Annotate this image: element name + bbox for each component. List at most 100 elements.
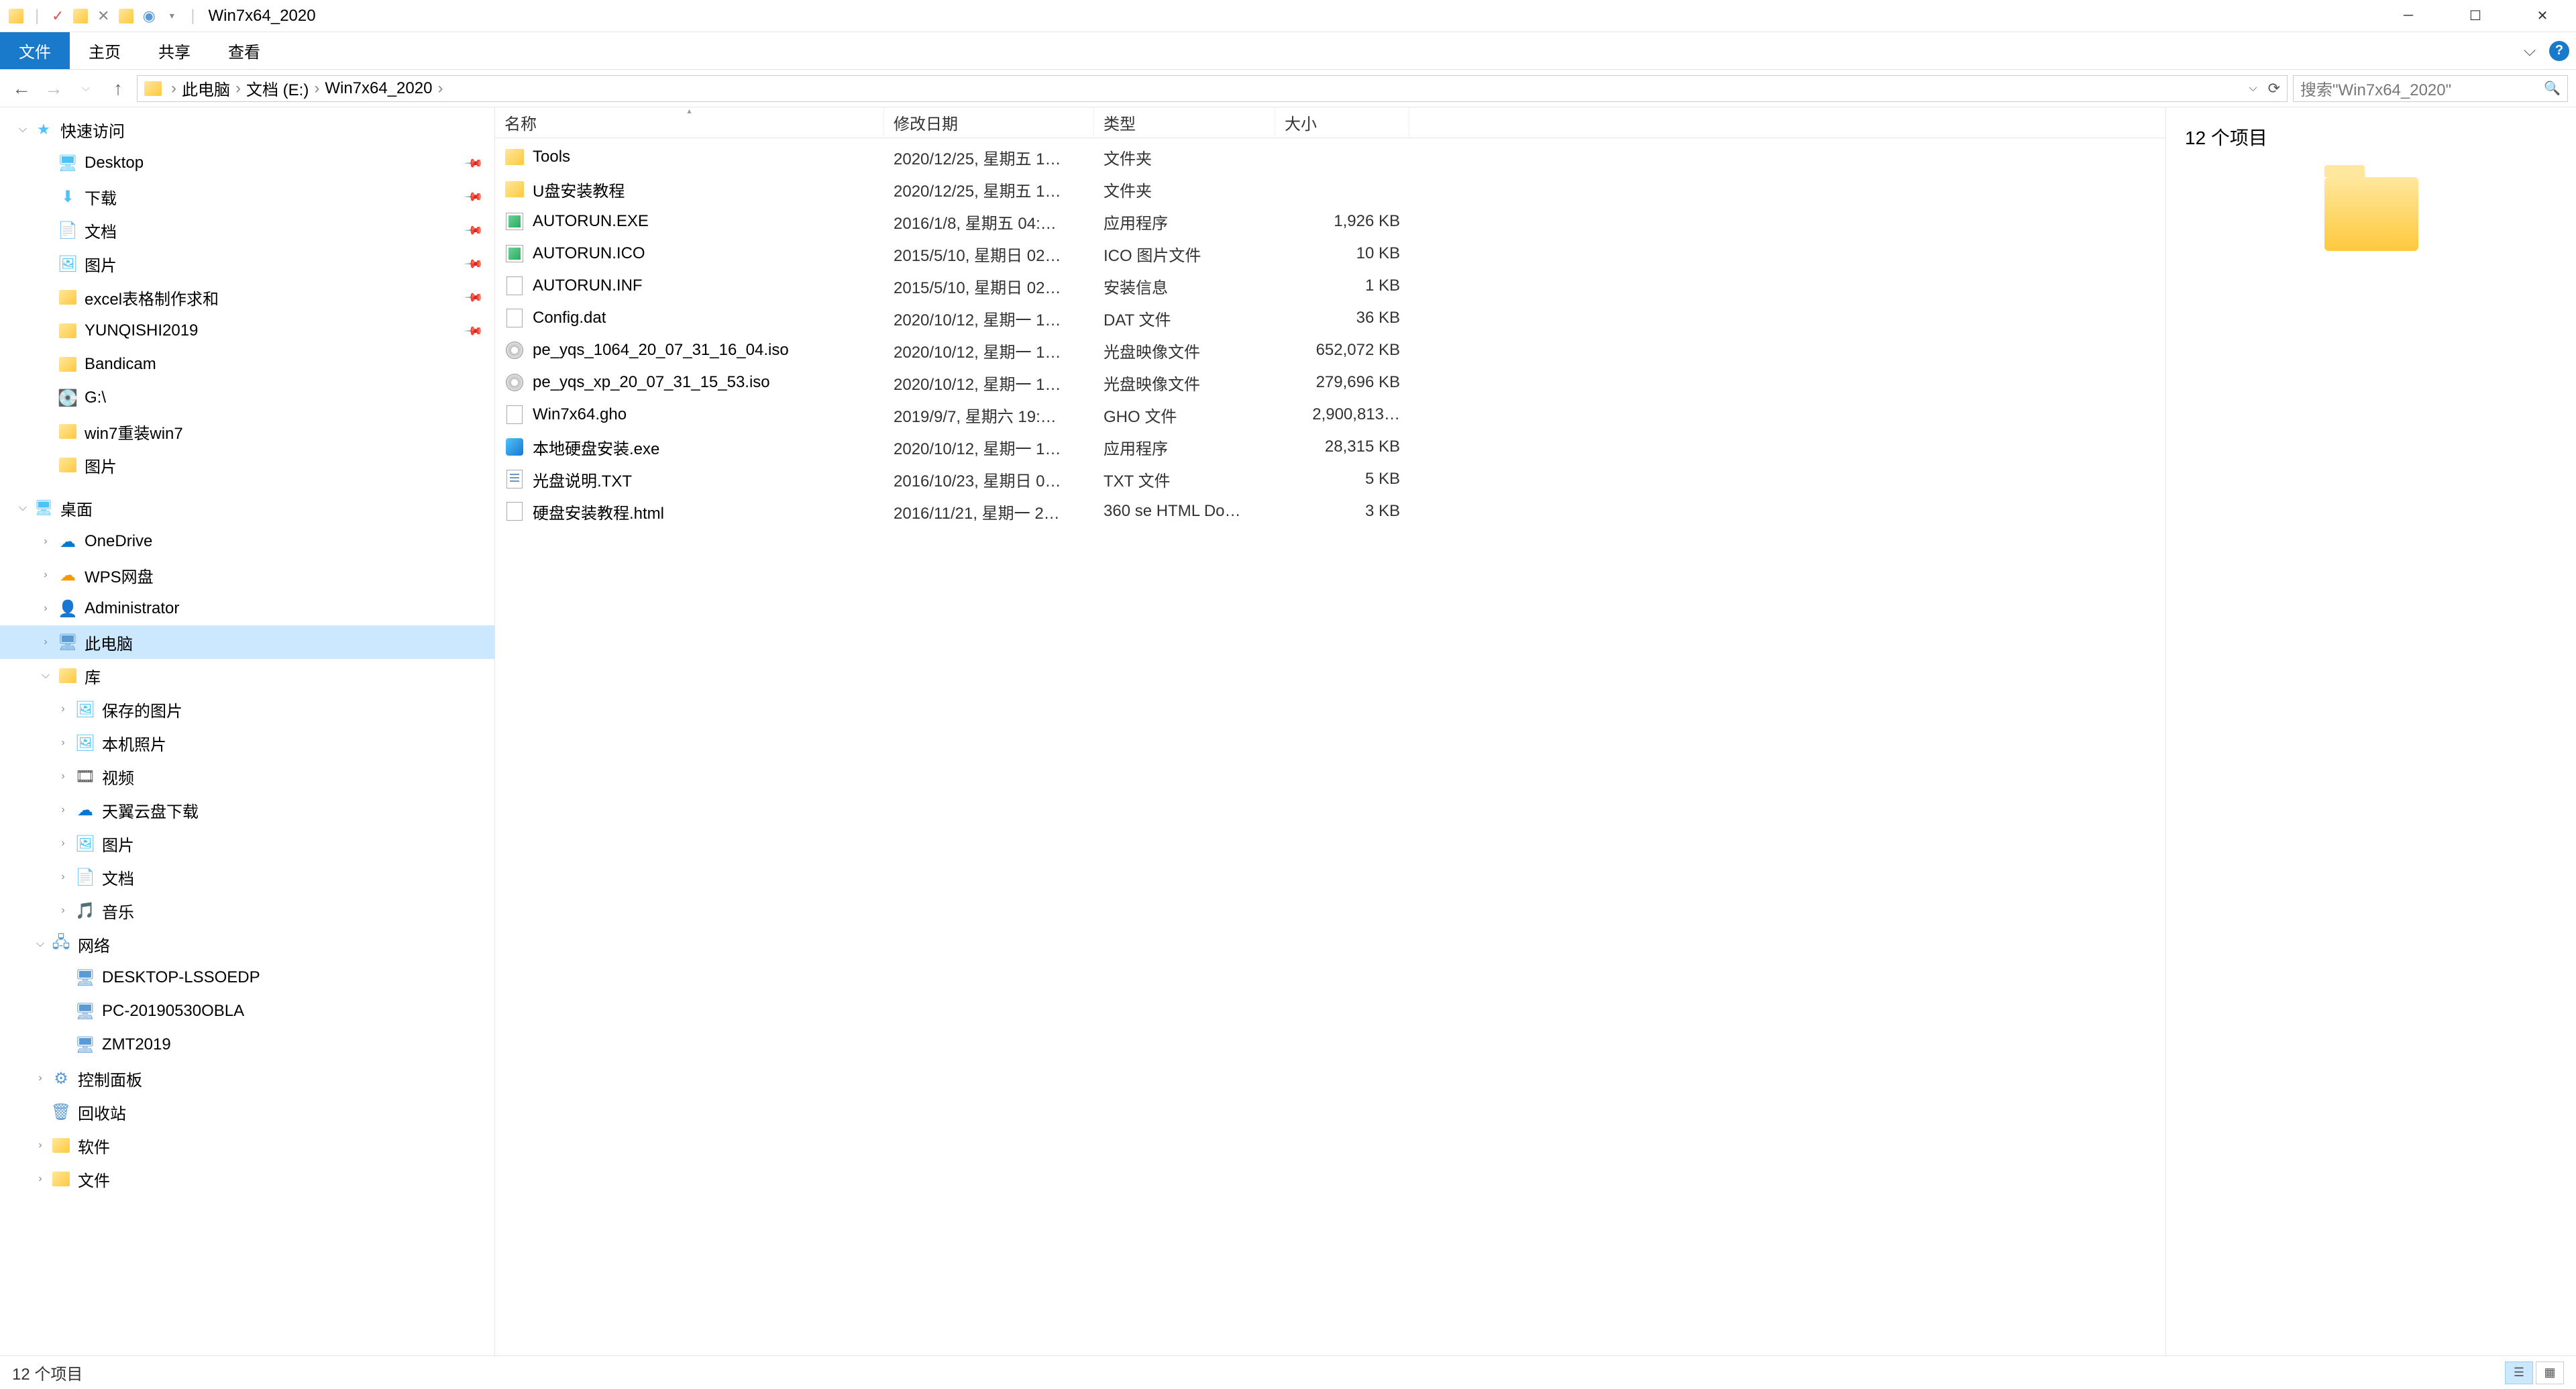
pin-icon: 📌 [463, 153, 484, 174]
tree-desktop-item[interactable]: ›🖥此电脑 [0, 625, 494, 659]
tree-quick-access[interactable]: ⌵★快速访问 [0, 113, 494, 146]
tree-control-panel[interactable]: ›⚙控制面板 [0, 1062, 494, 1095]
close-button[interactable]: ✕ [2509, 0, 2576, 32]
file-row[interactable]: Config.dat2020/10/12, 星期一 1…DAT 文件36 KB [495, 302, 2165, 334]
file-row[interactable]: pe_yqs_1064_20_07_31_16_04.iso2020/10/12… [495, 334, 2165, 366]
qat-close-icon[interactable]: ✕ [94, 7, 113, 25]
back-button[interactable]: ← [8, 75, 35, 102]
tree-quick-item[interactable]: win7重装win7 [0, 415, 494, 448]
tree-quick-item[interactable]: 图片 [0, 448, 494, 482]
column-date[interactable]: 修改日期 [884, 107, 1094, 138]
tree-quick-item[interactable]: 🖼图片📌 [0, 247, 494, 280]
file-area: 名称▴ 修改日期 类型 大小 Tools2020/12/25, 星期五 1…文件… [495, 107, 2165, 1355]
column-size[interactable]: 大小 [1275, 107, 1409, 138]
tree-network[interactable]: ⌵🖧网络 [0, 927, 494, 961]
forward-button[interactable]: → [40, 75, 67, 102]
tree-recycle-bin[interactable]: 🗑回收站 [0, 1095, 494, 1129]
search-placeholder: 搜索"Win7x64_2020" [2300, 76, 2544, 100]
file-size-cell: 10 KB [1275, 244, 1409, 263]
tree-quick-item[interactable]: 📄文档📌 [0, 213, 494, 247]
file-row[interactable]: Tools2020/12/25, 星期五 1…文件夹 [495, 141, 2165, 173]
maximize-button[interactable]: ☐ [2442, 0, 2509, 32]
search-icon[interactable]: 🔍 [2544, 80, 2561, 97]
file-row[interactable]: U盘安装教程2020/12/25, 星期五 1…文件夹 [495, 173, 2165, 205]
tree-desktop-item[interactable]: ›👤Administrator [0, 592, 494, 625]
file-row[interactable]: AUTORUN.ICO2015/5/10, 星期日 02…ICO 图片文件10 … [495, 238, 2165, 270]
breadcrumb-seg-2[interactable]: Win7x64_2020› [325, 79, 445, 98]
qat-checkmark-icon[interactable]: ✓ [48, 7, 67, 25]
up-button[interactable]: ↑ [105, 75, 131, 102]
tab-home[interactable]: 主页 [70, 32, 140, 69]
tree-quick-item[interactable]: YUNQISHI2019📌 [0, 314, 494, 348]
tree-lib-item[interactable]: ›📄文档 [0, 860, 494, 894]
tree-desktop-item[interactable]: ›☁OneDrive [0, 525, 494, 558]
search-input[interactable]: 搜索"Win7x64_2020" 🔍 [2293, 75, 2568, 102]
tree-item-label: Bandicam [85, 355, 156, 374]
recent-dropdown-icon[interactable]: ⌵ [72, 75, 99, 102]
qat-folder-icon[interactable] [71, 7, 90, 25]
ribbon-expand-icon[interactable]: ⌵ [2520, 41, 2540, 61]
tab-file[interactable]: 文件 [0, 32, 70, 69]
minimize-button[interactable]: ─ [2375, 0, 2442, 32]
view-details-button[interactable]: ☰ [2505, 1361, 2533, 1384]
help-button[interactable]: ? [2549, 41, 2569, 61]
app-icon [7, 7, 25, 25]
tree-lib-item[interactable]: ›🎞视频 [0, 760, 494, 793]
file-type-cell: 文件夹 [1094, 146, 1275, 169]
file-date-cell: 2020/10/12, 星期一 1… [884, 307, 1094, 330]
breadcrumb[interactable]: › 此电脑› 文档 (E:)› Win7x64_2020› ⌵ ⟳ [137, 75, 2288, 102]
tree-quick-item[interactable]: 💽G:\ [0, 381, 494, 415]
file-row[interactable]: AUTORUN.INF2015/5/10, 星期日 02…安装信息1 KB [495, 270, 2165, 302]
refresh-button[interactable]: ⟳ [2261, 80, 2280, 97]
tree-desktop[interactable]: ⌵🖥桌面 [0, 491, 494, 525]
tree-item-label: 图片 [85, 454, 117, 477]
tree-lib-item[interactable]: ›🖼图片 [0, 827, 494, 860]
column-type[interactable]: 类型 [1094, 107, 1275, 138]
qat-folder2-icon[interactable] [117, 7, 136, 25]
chevron-right-icon[interactable]: › [168, 79, 179, 98]
tree-network-item[interactable]: 🖥DESKTOP-LSSOEDP [0, 961, 494, 994]
tree-files[interactable]: ›文件 [0, 1162, 494, 1196]
file-icon [504, 179, 525, 199]
view-icons-button[interactable]: ▦ [2536, 1361, 2564, 1384]
file-icon [504, 147, 525, 167]
file-row[interactable]: pe_yqs_xp_20_07_31_15_53.iso2020/10/12, … [495, 366, 2165, 399]
tree-desktop-item[interactable]: ›☁WPS网盘 [0, 558, 494, 592]
breadcrumb-seg-1[interactable]: 文档 (E:)› [246, 76, 322, 100]
tree-network-item[interactable]: 🖥ZMT2019 [0, 1028, 494, 1062]
address-dropdown-icon[interactable]: ⌵ [2249, 83, 2257, 95]
tree-item-icon: ☁ [75, 801, 95, 820]
qat-dropdown-icon[interactable]: ▾ [162, 7, 181, 25]
breadcrumb-seg-0[interactable]: 此电脑› [182, 76, 244, 100]
chevron-right-icon[interactable]: › [435, 79, 445, 98]
file-size-cell: 3 KB [1275, 502, 1409, 521]
chevron-right-icon[interactable]: › [311, 79, 322, 98]
chevron-right-icon[interactable]: › [233, 79, 244, 98]
tree-network-item[interactable]: 🖥PC-20190530OBLA [0, 994, 494, 1028]
tree-quick-item[interactable]: ⬇下载📌 [0, 180, 494, 213]
file-row[interactable]: AUTORUN.EXE2016/1/8, 星期五 04:…应用程序1,926 K… [495, 205, 2165, 238]
file-size-cell: 2,900,813… [1275, 405, 1409, 424]
tree-item-label: 保存的图片 [102, 698, 182, 721]
file-row[interactable]: 硬盘安装教程.html2016/11/21, 星期一 2…360 se HTML… [495, 495, 2165, 527]
tab-share[interactable]: 共享 [140, 32, 209, 69]
file-row[interactable]: 光盘说明.TXT2016/10/23, 星期日 0…TXT 文件5 KB [495, 463, 2165, 495]
tree-quick-item[interactable]: Bandicam [0, 348, 494, 381]
tree-quick-item[interactable]: excel表格制作求和📌 [0, 280, 494, 314]
navigation-pane[interactable]: ⌵★快速访问 🖥Desktop📌⬇下载📌📄文档📌🖼图片📌excel表格制作求和📌… [0, 107, 495, 1355]
tree-lib-item[interactable]: ›☁天翼云盘下载 [0, 793, 494, 827]
tree-lib-item[interactable]: ›🖼本机照片 [0, 726, 494, 760]
file-row[interactable]: Win7x64.gho2019/9/7, 星期六 19:…GHO 文件2,900… [495, 399, 2165, 431]
tab-view[interactable]: 查看 [209, 32, 279, 69]
tree-desktop-item[interactable]: ⌵库 [0, 659, 494, 692]
tree-lib-item[interactable]: ›🖼保存的图片 [0, 692, 494, 726]
tree-software[interactable]: ›软件 [0, 1129, 494, 1162]
tree-quick-item[interactable]: 🖥Desktop📌 [0, 146, 494, 180]
tree-lib-item[interactable]: ›🎵音乐 [0, 894, 494, 927]
file-icon [504, 211, 525, 232]
qat-disc-icon[interactable]: ◉ [140, 7, 158, 25]
column-name[interactable]: 名称▴ [495, 107, 884, 138]
file-list[interactable]: Tools2020/12/25, 星期五 1…文件夹U盘安装教程2020/12/… [495, 138, 2165, 1355]
file-row[interactable]: 本地硬盘安装.exe2020/10/12, 星期一 1…应用程序28,315 K… [495, 431, 2165, 463]
breadcrumb-folder-icon [144, 81, 162, 96]
